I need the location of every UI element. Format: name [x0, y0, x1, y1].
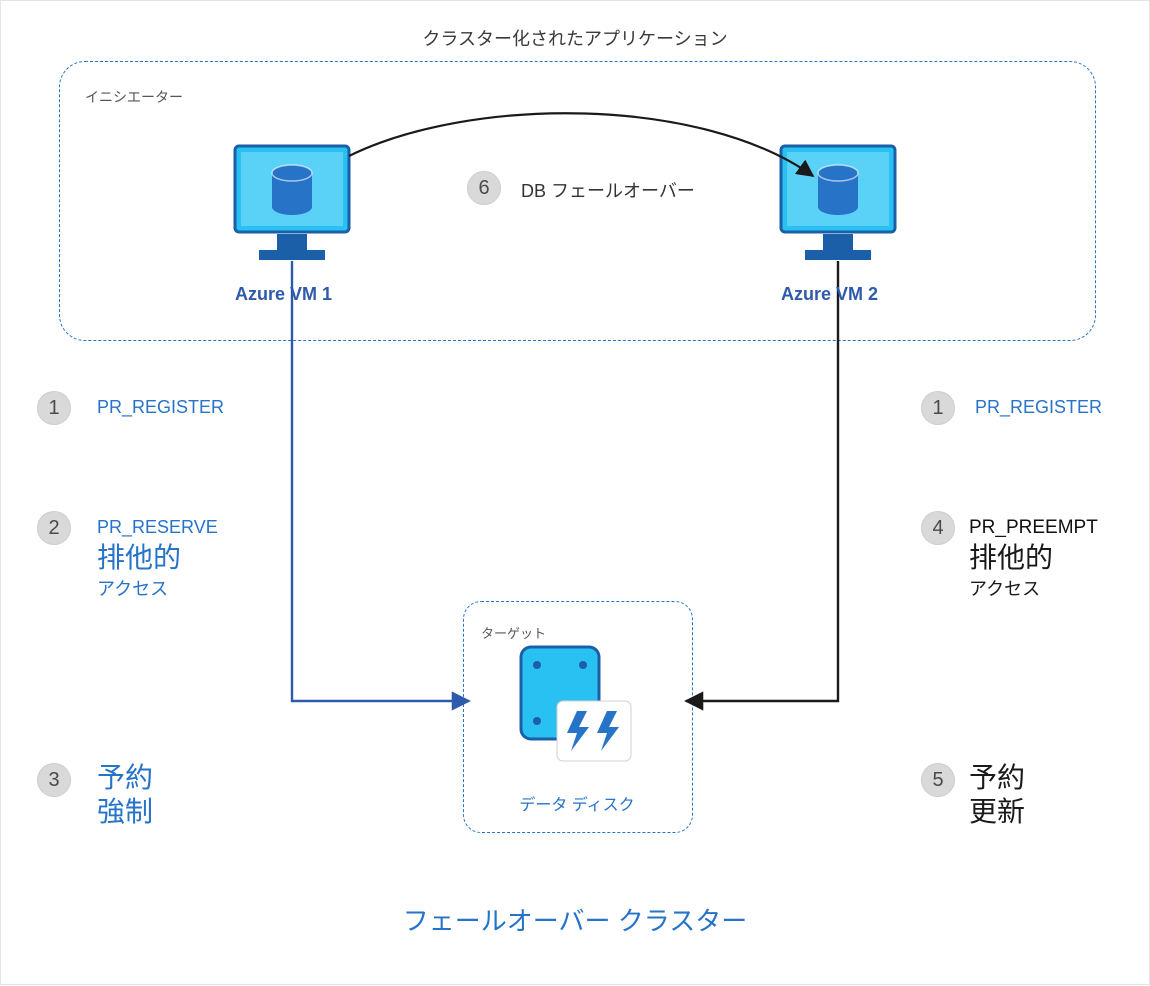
failover-cluster-label: フェールオーバー クラスター	[1, 901, 1149, 938]
initiator-label: イニシエーター	[85, 87, 183, 107]
step-left-2-sub: アクセス	[97, 575, 168, 601]
step-right-1-code: PR_REGISTER	[975, 397, 1102, 418]
step-right-5-sub: 更新	[969, 797, 1025, 828]
step-left-3-badge: 3	[37, 763, 71, 797]
step-right-4-badge: 4	[921, 511, 955, 545]
vm2-label: Azure VM 2	[781, 284, 878, 305]
step-right-1-badge: 1	[921, 391, 955, 425]
step-6-badge: 6	[467, 171, 501, 205]
vm1-label: Azure VM 1	[235, 284, 332, 305]
step-left-2-code: PR_RESERVE	[97, 517, 218, 538]
step-left-3-big: 予約	[97, 763, 153, 794]
step-right-4-sub: アクセス	[969, 575, 1040, 601]
diagram-title: クラスター化されたアプリケーション	[1, 25, 1149, 51]
target-label: ターゲット	[481, 623, 546, 642]
step-left-3-sub: 強制	[97, 797, 153, 828]
diagram-canvas: クラスター化されたアプリケーション イニシエーター ターゲット	[0, 0, 1150, 985]
step-right-4-code: PR_PREEMPT	[969, 517, 1098, 539]
step-6-label: DB フェールオーバー	[521, 177, 695, 203]
step-left-2-badge: 2	[37, 511, 71, 545]
data-disk-label: データ ディスク	[463, 791, 691, 815]
step-left-1-code: PR_REGISTER	[97, 397, 224, 418]
step-left-1-badge: 1	[37, 391, 71, 425]
step-right-5-big: 予約	[969, 763, 1025, 794]
step-right-4-big: 排他的	[969, 543, 1053, 574]
step-right-5-badge: 5	[921, 763, 955, 797]
step-left-2-big: 排他的	[97, 543, 181, 574]
